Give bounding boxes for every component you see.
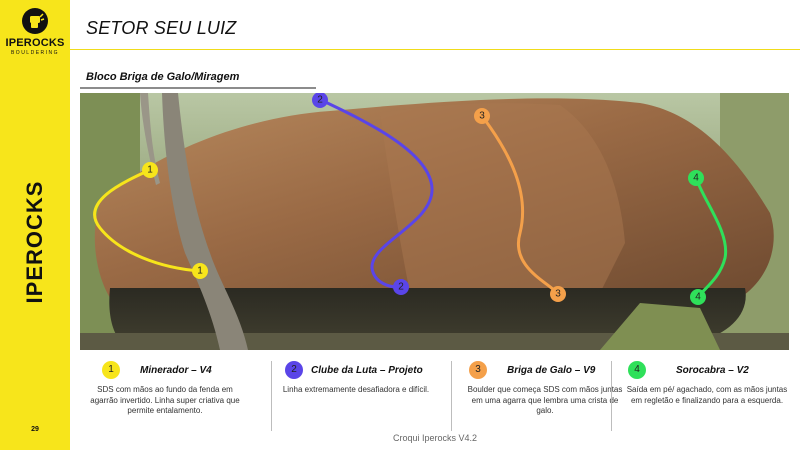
route-2-name: Clube da Luta – Projeto: [311, 365, 423, 376]
svg-text:1: 1: [147, 165, 153, 176]
legend-divider: [611, 361, 612, 431]
route-4-start-marker: 4: [688, 170, 704, 186]
route-3-badge: 3: [469, 361, 487, 379]
boulder-photo: 1 1 2 2 3 3 4 4: [80, 93, 789, 350]
sidebar: IPEROCKS BOULDERING IPEROCKS 29: [0, 0, 70, 450]
title-divider: [70, 49, 800, 50]
svg-text:2: 2: [398, 282, 404, 293]
fist-icon: [22, 8, 48, 34]
route-1-badge: 1: [102, 361, 120, 379]
page-number: 29: [31, 426, 39, 433]
route-3-name: Briga de Galo – V9: [507, 365, 596, 376]
route-1-legend: 1 Minerador – V4 SDS com mãos ao fundo d…: [80, 357, 250, 431]
route-2-badge: 2: [285, 361, 303, 379]
route-2-end-marker: 2: [393, 279, 409, 295]
route-2-legend: 2 Clube da Luta – Projeto Linha extremam…: [277, 357, 447, 431]
route-2-description: Linha extremamente desafiadora e difícil…: [282, 385, 430, 394]
route-3-description: Boulder que começa SDS com mãos juntas e…: [467, 385, 623, 415]
route-1-description: SDS com mãos ao fundo da fenda em agarrã…: [90, 385, 240, 415]
route-4-badge: 4: [628, 361, 646, 379]
legend-divider: [451, 361, 452, 431]
svg-text:3: 3: [479, 111, 485, 122]
page-title: SETOR SEU LUIZ: [86, 18, 237, 38]
route-3-start-marker: 3: [474, 108, 490, 124]
route-4-end-marker: 4: [690, 289, 706, 305]
routes-legend: 1 Minerador – V4 SDS com mãos ao fundo d…: [80, 357, 789, 431]
svg-text:1: 1: [197, 266, 203, 277]
svg-text:4: 4: [695, 292, 701, 303]
route-1-end-marker: 1: [192, 263, 208, 279]
route-4-name: Sorocabra – V2: [676, 365, 749, 376]
route-1-name: Minerador – V4: [140, 365, 212, 376]
svg-text:4: 4: [693, 173, 699, 184]
svg-text:2: 2: [317, 95, 323, 106]
logo-name: IPEROCKS: [5, 37, 65, 49]
boulder-topo-svg: 1 1 2 2 3 3 4 4: [80, 93, 789, 350]
footer-version: Croqui Iperocks V4.2: [392, 433, 478, 443]
svg-text:3: 3: [555, 289, 561, 300]
vertical-brand-text: IPEROCKS: [22, 180, 47, 304]
block-subtitle: Bloco Briga de Galo/Miragem: [86, 71, 240, 83]
route-4-legend: 4 Sorocabra – V2 Saída em pé/ agachado, …: [622, 357, 792, 431]
iperocks-logo: IPEROCKS BOULDERING: [0, 8, 70, 56]
subtitle-underline: [80, 87, 316, 89]
route-3-end-marker: 3: [550, 286, 566, 302]
legend-divider: [271, 361, 272, 431]
route-3-legend: 3 Briga de Galo – V9 Boulder que começa …: [460, 357, 630, 431]
logo-subtitle: BOULDERING: [10, 50, 60, 56]
route-1-start-marker: 1: [142, 162, 158, 178]
route-4-description: Saída em pé/ agachado, com as mãos junta…: [626, 385, 788, 405]
